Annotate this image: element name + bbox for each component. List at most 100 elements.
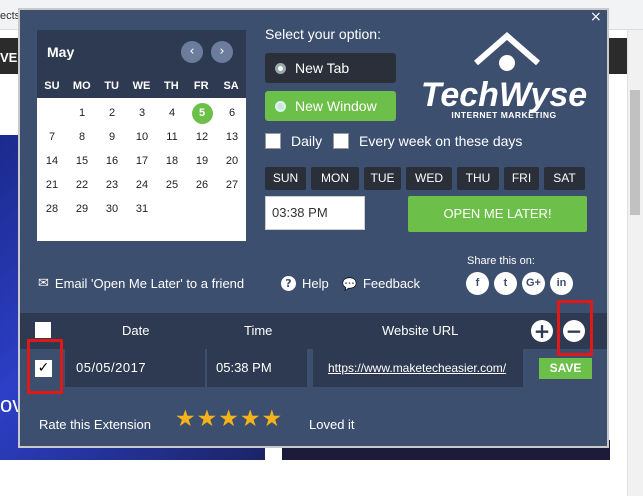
star-icon[interactable]: ★ <box>262 406 283 432</box>
calendar-day[interactable]: 21 <box>37 173 67 197</box>
calendar-weekday-row: SU MO TU WE TH FR SA <box>37 74 246 98</box>
calendar-day-number: 31 <box>135 203 149 215</box>
calendar-day-number: 15 <box>75 155 89 167</box>
date-column-header: Date <box>122 323 150 338</box>
calendar-day[interactable]: 30 <box>97 197 127 221</box>
options-title: Select your option: <box>265 26 381 42</box>
google-plus-icon[interactable]: G+ <box>522 272 545 295</box>
star-icon[interactable]: ★ <box>197 406 218 432</box>
calendar-day[interactable]: 28 <box>37 197 67 221</box>
chevron-right-icon[interactable]: › <box>211 41 233 63</box>
calendar-day[interactable]: 16 <box>97 149 127 173</box>
calendar-day[interactable]: 14 <box>37 149 67 173</box>
url-column-header: Website URL <box>382 323 459 338</box>
email-friend-link[interactable]: ✉ Email 'Open Me Later' to a friend <box>38 276 244 291</box>
calendar-day[interactable]: 7 <box>37 125 67 149</box>
save-button[interactable]: SAVE <box>539 358 592 379</box>
share-label: Share this on: <box>467 255 535 267</box>
every-week-checkbox[interactable] <box>333 133 349 149</box>
calendar-day[interactable]: 24 <box>127 173 157 197</box>
calendar-day[interactable]: 10 <box>127 125 157 149</box>
calendar-day[interactable]: 23 <box>97 173 127 197</box>
calendar-day[interactable]: 22 <box>67 173 97 197</box>
every-week-checkbox-row[interactable]: Every week on these days <box>333 133 522 149</box>
new-window-label: New Window <box>295 98 377 114</box>
calendar-day[interactable]: 29 <box>67 197 97 221</box>
calendar-day-number: 6 <box>228 107 236 119</box>
calendar-day[interactable]: 18 <box>157 149 187 173</box>
daily-label: Daily <box>291 133 323 149</box>
calendar-day[interactable]: 2 <box>97 101 127 125</box>
row-url-link[interactable]: https://www.maketecheasier.com/ <box>313 349 523 387</box>
feedback-link[interactable]: 💬 Feedback <box>342 276 420 291</box>
calendar-day[interactable]: 3 <box>127 101 157 125</box>
add-icon[interactable]: + <box>531 320 553 342</box>
calendar-day <box>157 197 187 221</box>
calendar-weekday: WE <box>132 80 151 92</box>
calendar-day-number: 30 <box>105 203 119 215</box>
calendar-day-number: 13 <box>225 131 239 143</box>
weekday-button-tue[interactable]: TUE <box>364 167 401 190</box>
calendar-day[interactable]: 19 <box>187 149 217 173</box>
calendar-weekday: SA <box>223 80 239 92</box>
calendar-day[interactable]: 27 <box>217 173 247 197</box>
twitter-icon[interactable]: t <box>494 272 517 295</box>
new-tab-option[interactable]: New Tab <box>265 53 396 83</box>
calendar-day[interactable]: 17 <box>127 149 157 173</box>
calendar-day[interactable]: 1 <box>67 101 97 125</box>
select-all-checkbox[interactable] <box>35 322 51 338</box>
calendar-day[interactable]: 26 <box>187 173 217 197</box>
weekday-button-sun[interactable]: SUN <box>265 167 306 190</box>
calendar-day[interactable]: 8 <box>67 125 97 149</box>
daily-checkbox-row[interactable]: Daily <box>265 133 322 149</box>
calendar-day[interactable]: 11 <box>157 125 187 149</box>
calendar-day[interactable]: 6 <box>217 101 247 125</box>
calendar-day[interactable]: 5 <box>187 101 217 125</box>
weekday-button-thu[interactable]: THU <box>457 167 499 190</box>
time-input[interactable]: 03:38 PM <box>265 196 365 230</box>
weekday-button-sat[interactable]: SAT <box>544 167 585 190</box>
calendar-day[interactable]: 25 <box>157 173 187 197</box>
facebook-icon[interactable]: f <box>466 272 489 295</box>
calendar-day-number: 17 <box>135 155 149 167</box>
weekday-buttons: SUN MON TUE WED THU FRI SAT <box>265 167 590 190</box>
star-icon[interactable]: ★ <box>218 406 239 432</box>
calendar-month: May <box>47 44 75 60</box>
calendar-day[interactable]: 9 <box>97 125 127 149</box>
calendar-day <box>37 101 67 125</box>
daily-checkbox[interactable] <box>265 133 281 149</box>
linkedin-icon[interactable]: in <box>550 272 573 295</box>
page-scrollbar-thumb[interactable] <box>630 90 640 215</box>
time-column-header: Time <box>244 323 273 338</box>
weekday-button-wed[interactable]: WED <box>406 167 452 190</box>
star-icon[interactable]: ★ <box>240 406 261 432</box>
every-week-label: Every week on these days <box>359 133 523 149</box>
calendar-day-number: 26 <box>195 179 209 191</box>
open-me-later-button[interactable]: OPEN ME LATER! <box>408 196 587 232</box>
help-link[interactable]: ? Help <box>281 276 329 291</box>
chevron-left-icon[interactable]: ‹ <box>181 41 203 63</box>
weekday-button-mon[interactable]: MON <box>311 167 359 190</box>
star-icon[interactable]: ★ <box>175 406 196 432</box>
weekday-button-fri[interactable]: FRI <box>504 167 539 190</box>
calendar-day[interactable]: 20 <box>217 149 247 173</box>
calendar-day-number: 28 <box>45 203 59 215</box>
schedule-table-header: Date Time Website URL + − <box>20 313 607 349</box>
site-nav-text: VE <box>0 50 18 65</box>
close-icon[interactable]: × <box>590 9 602 25</box>
calendar-day[interactable]: 15 <box>67 149 97 173</box>
calendar-day-number: 16 <box>105 155 119 167</box>
calendar-day[interactable]: 4 <box>157 101 187 125</box>
calendar-weekday: TH <box>164 80 179 92</box>
calendar-day[interactable]: 31 <box>127 197 157 221</box>
calendar-weekday: MO <box>72 80 91 92</box>
calendar-day[interactable]: 13 <box>217 125 247 149</box>
calendar: May ‹ › SU MO TU WE TH FR SA 1 2 3 4 5 6 7 8 9 10 11 12 13… <box>37 30 246 241</box>
calendar-day <box>217 197 247 221</box>
calendar-day-number: 3 <box>138 107 146 119</box>
calendar-header: May ‹ › <box>37 30 246 74</box>
help-icon: ? <box>281 276 296 291</box>
calendar-day[interactable]: 12 <box>187 125 217 149</box>
calendar-day-number: 27 <box>225 179 239 191</box>
new-window-option[interactable]: New Window <box>265 91 396 121</box>
